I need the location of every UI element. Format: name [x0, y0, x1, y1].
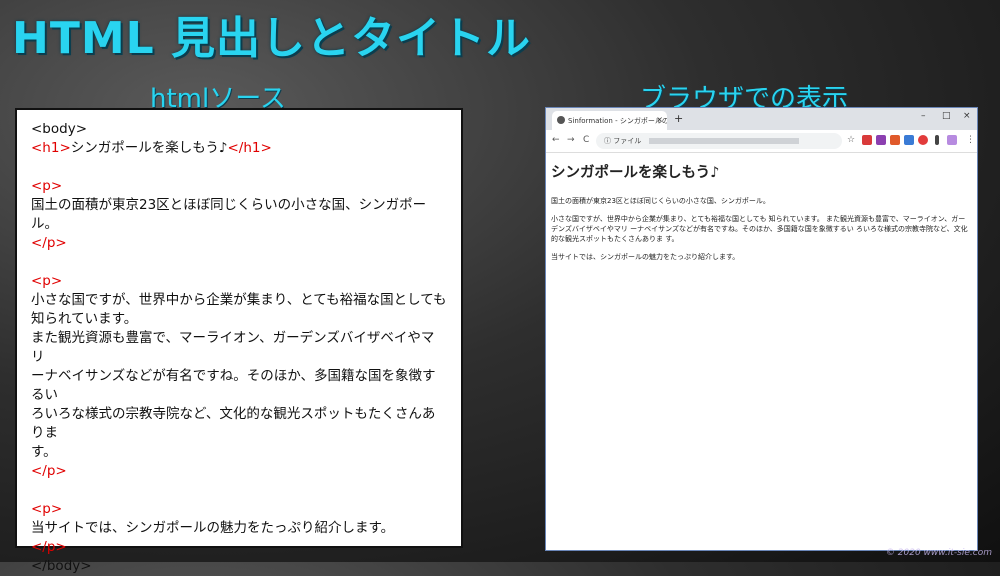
p1-source-text: 国土の面積が東京23区とほぼ同じくらいの小さな国、シンガポール。 [31, 197, 427, 232]
reload-button[interactable]: C [583, 135, 589, 145]
tab-title: Sinformation - シンガポールの観光 [568, 117, 667, 125]
p-close-tag: </p> [31, 539, 67, 555]
pin-icon[interactable] [935, 135, 939, 145]
browser-toolbar: ← → C ⓘ ファイル ☆ ⋮ [546, 130, 977, 153]
address-label: ファイル [613, 137, 642, 145]
extension-icon[interactable] [862, 135, 872, 145]
p-close-tag: </p> [31, 463, 67, 479]
globe-icon [557, 116, 565, 124]
p2-source-line: 知られています。 [31, 311, 138, 327]
browser-window: Sinformation - シンガポールの観光 × + – □ × ← → C… [545, 107, 978, 551]
p2-source-line: ーナベイサンズなどが有名ですね。そのほか、多国籍な国を象徴するい [31, 368, 436, 403]
minimize-button[interactable]: – [921, 111, 926, 121]
window-close-button[interactable]: × [963, 111, 971, 121]
extension-icon[interactable] [918, 135, 928, 145]
rendered-paragraph: 小さな国ですが、世界中から企業が集まり、とても裕福な国としても 知られています。… [551, 215, 968, 243]
info-icon: ⓘ [604, 137, 611, 145]
profile-avatar[interactable] [947, 135, 957, 145]
body-open-tag: <body> [31, 121, 88, 137]
close-icon[interactable]: × [656, 115, 663, 124]
p2-source-line: す。 [31, 444, 57, 460]
extension-icon[interactable] [890, 135, 900, 145]
p2-source-line: 小さな国ですが、世界中から企業が集まり、とても裕福な国としても [31, 292, 447, 308]
p3-source-text: 当サイトでは、シンガポールの魅力をたっぷり紹介します。 [31, 520, 395, 536]
p-open-tag: <p> [31, 273, 63, 289]
h1-open-tag: <h1> [31, 140, 71, 156]
browser-tab[interactable]: Sinformation - シンガポールの観光 × [552, 111, 667, 130]
h1-source-text: シンガポールを楽しもう♪ [70, 140, 228, 156]
menu-icon[interactable]: ⋮ [966, 135, 975, 145]
p-open-tag: <p> [31, 178, 63, 194]
extension-icon[interactable] [876, 135, 886, 145]
slide-title: HTML 見出しとタイトル [12, 13, 531, 64]
address-bar[interactable]: ⓘ ファイル [596, 133, 842, 149]
p-close-tag: </p> [31, 235, 67, 251]
new-tab-button[interactable]: + [674, 112, 683, 125]
body-close-tag: </body> [31, 558, 92, 574]
html-source-panel: <body> <h1>シンガポールを楽しもう♪</h1> <p> 国土の面積が東… [15, 108, 463, 574]
p2-source-line: ろいろな様式の宗教寺院など、文化的な観光スポットもたくさんありま [31, 406, 436, 441]
maximize-button[interactable]: □ [942, 111, 951, 121]
h1-close-tag: </h1> [227, 140, 272, 156]
p2-source-line: また観光資源も豊富で、マーライオン、ガーデンズバイザベイやマリ [31, 330, 435, 365]
bookmark-star-icon[interactable]: ☆ [847, 135, 855, 145]
extension-icon[interactable] [904, 135, 914, 145]
back-button[interactable]: ← [552, 135, 560, 145]
address-url-blurred [649, 138, 800, 144]
page-viewport: シンガポールを楽しもう♪ 国土の面積が東京23区とほぼ同じくらいの小さな国、シン… [546, 153, 977, 274]
copyright-watermark: © 2020 www.it-sie.com [885, 548, 992, 558]
forward-button[interactable]: → [567, 135, 575, 145]
rendered-paragraph: 当サイトでは、シンガポールの魅力をたっぷり紹介します。 [551, 253, 740, 261]
h1-line: <h1>シンガポールを楽しもう♪</h1> [31, 139, 447, 158]
p-open-tag: <p> [31, 501, 63, 517]
rendered-h1: シンガポールを楽しもう♪ [551, 165, 720, 181]
rendered-paragraph: 国土の面積が東京23区とほぼ同じくらいの小さな国、シンガポール。 [551, 197, 770, 205]
tab-bar: Sinformation - シンガポールの観光 × + – □ × [546, 108, 977, 130]
